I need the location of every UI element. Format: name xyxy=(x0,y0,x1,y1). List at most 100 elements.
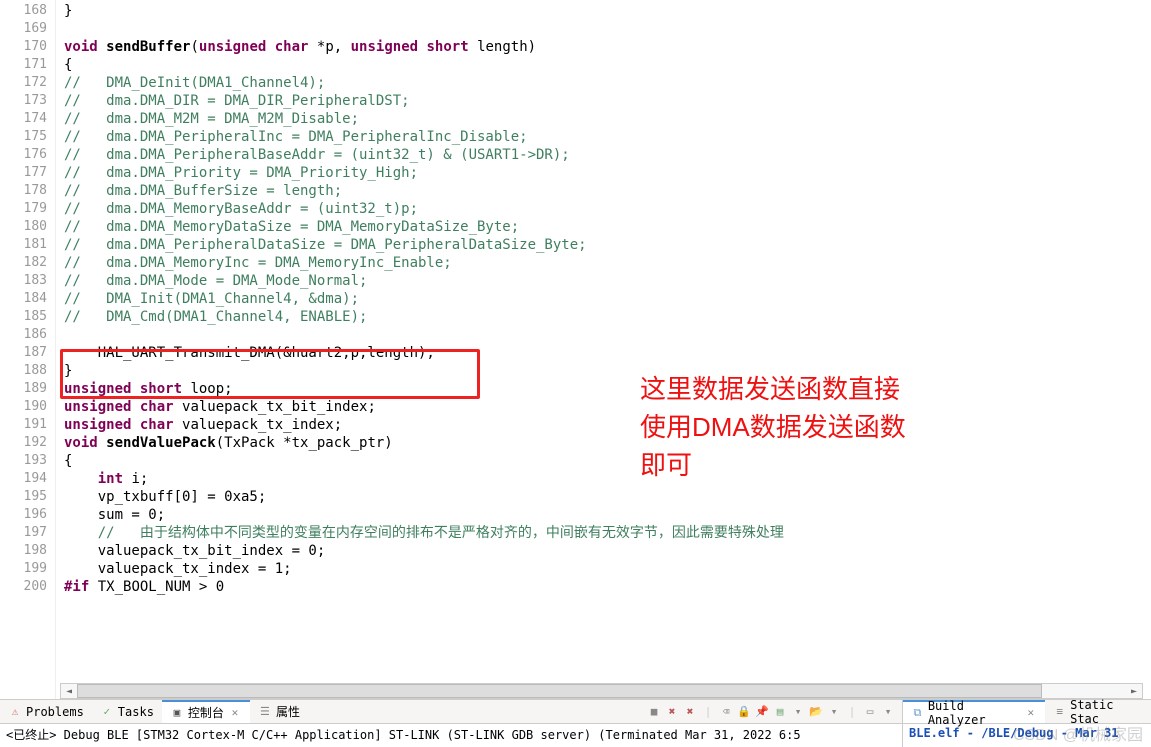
line-number[interactable]: 178 xyxy=(0,182,47,200)
line-number[interactable]: 187 xyxy=(0,344,47,362)
line-number[interactable]: 196 xyxy=(0,506,47,524)
code-line[interactable]: vp_txbuff[0] = 0xa5; xyxy=(64,488,1151,506)
code-area[interactable]: } void sendBuffer(unsigned char *p, unsig… xyxy=(56,0,1151,700)
code-line[interactable]: // 由于结构体中不同类型的变量在内存空间的排布不是严格对齐的，中间嵌有无效字节… xyxy=(64,524,1151,542)
pin-icon[interactable]: 📌 xyxy=(754,704,770,720)
code-line[interactable]: unsigned short loop; xyxy=(64,380,1151,398)
line-number-gutter[interactable]: 1681691701711721731741751761771781791801… xyxy=(0,0,56,700)
dropdown-icon[interactable]: ▾ xyxy=(790,704,806,720)
line-number[interactable]: 177 xyxy=(0,164,47,182)
code-line[interactable]: // dma.DMA_DIR = DMA_DIR_PeripheralDST; xyxy=(64,92,1151,110)
line-number[interactable]: 170 xyxy=(0,38,47,56)
minimize-icon[interactable]: ▭ xyxy=(862,704,878,720)
display-icon[interactable]: ▤ xyxy=(772,704,788,720)
line-number[interactable]: 176 xyxy=(0,146,47,164)
line-number[interactable]: 172 xyxy=(0,74,47,92)
scroll-left-arrow-icon[interactable]: ◄ xyxy=(61,684,77,698)
code-line[interactable]: sum = 0; xyxy=(64,506,1151,524)
code-line[interactable]: unsigned char valuepack_tx_bit_index; xyxy=(64,398,1151,416)
console-output[interactable]: <已终止> Debug BLE [STM32 Cortex-M C/C++ Ap… xyxy=(0,724,902,745)
code-line[interactable]: #if TX_BOOL_NUM > 0 xyxy=(64,578,1151,596)
line-number[interactable]: 184 xyxy=(0,290,47,308)
line-number[interactable]: 193 xyxy=(0,452,47,470)
line-number[interactable]: 190 xyxy=(0,398,47,416)
line-number[interactable]: 195 xyxy=(0,488,47,506)
code-line[interactable]: // DMA_Cmd(DMA1_Channel4, ENABLE); xyxy=(64,308,1151,326)
line-number[interactable]: 194 xyxy=(0,470,47,488)
remove-all-icon[interactable]: ✖ xyxy=(682,704,698,720)
code-line[interactable]: // dma.DMA_MemoryDataSize = DMA_MemoryDa… xyxy=(64,218,1151,236)
code-line[interactable]: { xyxy=(64,452,1151,470)
code-line[interactable]: valuepack_tx_index = 1; xyxy=(64,560,1151,578)
dropdown-icon[interactable]: ▾ xyxy=(826,704,842,720)
close-icon[interactable]: ✕ xyxy=(1024,706,1037,720)
code-line[interactable]: // dma.DMA_MemoryBaseAddr = (uint32_t)p; xyxy=(64,200,1151,218)
tab-build-analyzer[interactable]: ⧉ Build Analyzer ✕ xyxy=(903,700,1045,723)
code-line[interactable]: // dma.DMA_PeripheralInc = DMA_Periphera… xyxy=(64,128,1151,146)
code-line[interactable]: void sendBuffer(unsigned char *p, unsign… xyxy=(64,38,1151,56)
code-line[interactable]: // dma.DMA_M2M = DMA_M2M_Disable; xyxy=(64,110,1151,128)
build-panel: ⧉ Build Analyzer ✕ ≡ Static Stac BLE.elf… xyxy=(903,700,1151,747)
scroll-lock-icon[interactable]: 🔒 xyxy=(736,704,752,720)
line-number[interactable]: 183 xyxy=(0,272,47,290)
tasks-icon: ✓ xyxy=(100,705,114,719)
line-number[interactable]: 197 xyxy=(0,524,47,542)
line-number[interactable]: 198 xyxy=(0,542,47,560)
scroll-right-arrow-icon[interactable]: ► xyxy=(1126,684,1142,698)
line-number[interactable]: 173 xyxy=(0,92,47,110)
tab-static-stack[interactable]: ≡ Static Stac xyxy=(1045,700,1151,723)
code-line[interactable] xyxy=(64,326,1151,344)
line-number[interactable]: 180 xyxy=(0,218,47,236)
stop-icon[interactable]: ■ xyxy=(646,704,662,720)
code-line[interactable]: int i; xyxy=(64,470,1151,488)
line-number[interactable]: 191 xyxy=(0,416,47,434)
code-line[interactable]: valuepack_tx_bit_index = 0; xyxy=(64,542,1151,560)
line-number[interactable]: 185 xyxy=(0,308,47,326)
code-line[interactable] xyxy=(64,20,1151,38)
tab-properties[interactable]: ☰ 属性 xyxy=(250,700,308,723)
line-number[interactable]: 175 xyxy=(0,128,47,146)
line-number[interactable]: 200 xyxy=(0,578,47,596)
code-line[interactable]: // dma.DMA_PeripheralDataSize = DMA_Peri… xyxy=(64,236,1151,254)
tab-problems[interactable]: ⚠ Problems xyxy=(0,700,92,723)
tab-label: Build Analyzer xyxy=(928,699,1021,727)
build-content[interactable]: BLE.elf - /BLE/Debug - Mar 31 xyxy=(903,724,1151,742)
line-number[interactable]: 192 xyxy=(0,434,47,452)
line-number[interactable]: 174 xyxy=(0,110,47,128)
line-number[interactable]: 169 xyxy=(0,20,47,38)
console-icon: ▣ xyxy=(170,706,184,720)
line-number[interactable]: 179 xyxy=(0,200,47,218)
code-line[interactable]: void sendValuePack(TxPack *tx_pack_ptr) xyxy=(64,434,1151,452)
code-line[interactable]: // dma.DMA_Mode = DMA_Mode_Normal; xyxy=(64,272,1151,290)
code-line[interactable]: // DMA_Init(DMA1_Channel4, &dma); xyxy=(64,290,1151,308)
code-line[interactable]: // dma.DMA_BufferSize = length; xyxy=(64,182,1151,200)
dropdown-icon[interactable]: ▾ xyxy=(880,704,896,720)
line-number[interactable]: 181 xyxy=(0,236,47,254)
code-line[interactable]: { xyxy=(64,56,1151,74)
close-icon[interactable]: ✕ xyxy=(228,706,242,720)
tab-console[interactable]: ▣ 控制台 ✕ xyxy=(162,700,250,723)
clear-icon[interactable]: ⌫ xyxy=(718,704,734,720)
code-line[interactable]: } xyxy=(64,2,1151,20)
code-line[interactable]: // dma.DMA_Priority = DMA_Priority_High; xyxy=(64,164,1151,182)
horizontal-scrollbar[interactable]: ◄ ► xyxy=(60,683,1143,699)
line-number[interactable]: 199 xyxy=(0,560,47,578)
scroll-thumb[interactable] xyxy=(77,684,1042,698)
remove-icon[interactable]: ✖ xyxy=(664,704,680,720)
separator: | xyxy=(844,704,860,720)
line-number[interactable]: 182 xyxy=(0,254,47,272)
code-line[interactable]: // dma.DMA_PeripheralBaseAddr = (uint32_… xyxy=(64,146,1151,164)
open-icon[interactable]: 📂 xyxy=(808,704,824,720)
line-number[interactable]: 189 xyxy=(0,380,47,398)
line-number[interactable]: 186 xyxy=(0,326,47,344)
code-line[interactable]: } xyxy=(64,362,1151,380)
line-number[interactable]: 171 xyxy=(0,56,47,74)
code-line[interactable]: // dma.DMA_MemoryInc = DMA_MemoryInc_Ena… xyxy=(64,254,1151,272)
line-number[interactable]: 168 xyxy=(0,2,47,20)
tab-tasks[interactable]: ✓ Tasks xyxy=(92,700,162,723)
line-number[interactable]: 188 xyxy=(0,362,47,380)
code-line[interactable]: HAL_UART_Transmit_DMA(&huart2,p,length); xyxy=(64,344,1151,362)
code-line[interactable]: unsigned char valuepack_tx_index; xyxy=(64,416,1151,434)
code-line[interactable]: // DMA_DeInit(DMA1_Channel4); xyxy=(64,74,1151,92)
scroll-track[interactable] xyxy=(77,684,1126,698)
